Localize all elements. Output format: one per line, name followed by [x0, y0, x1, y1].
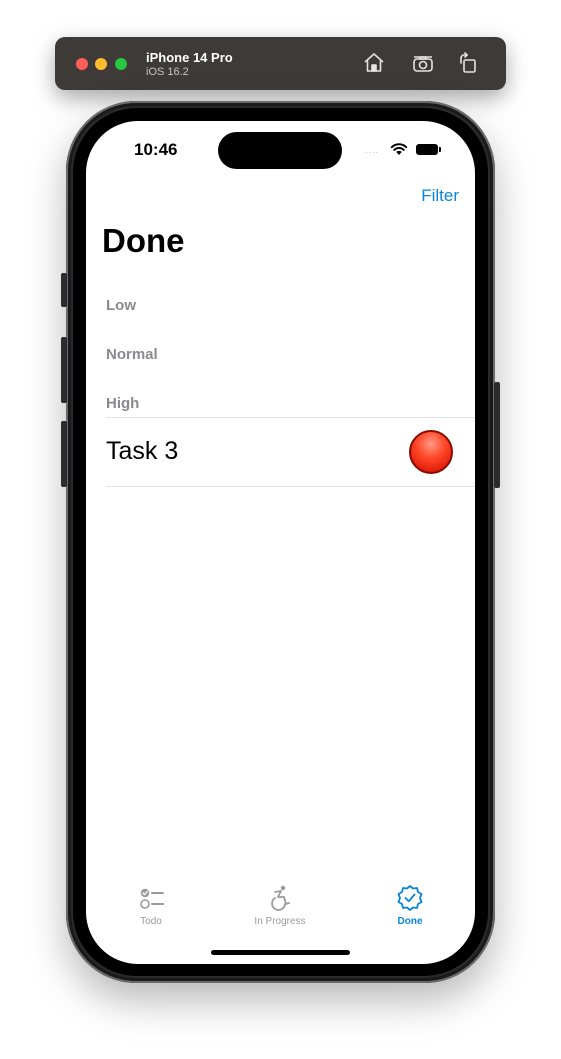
filter-button[interactable]: Filter [421, 186, 459, 206]
tab-label-done: Done [397, 916, 423, 927]
accessibility-icon [271, 885, 290, 911]
checklist-icon [140, 888, 164, 909]
screenshot-button[interactable] [411, 51, 435, 75]
power-button [494, 382, 500, 488]
simulator-stage: iPhone 14 Pro iOS 16.2 10:46 .... Filter… [0, 0, 561, 1059]
tab-in-progress[interactable]: In Progress [230, 884, 330, 927]
status-time: 10:46 [134, 140, 178, 159]
task-title: Task 3 [106, 437, 179, 465]
os-version: iOS 16.2 [146, 66, 189, 78]
wifi-icon [390, 143, 408, 155]
page-title: Done [102, 222, 185, 259]
volume-up-button [61, 337, 67, 403]
section-header-low: Low [106, 297, 136, 314]
battery-icon [416, 144, 441, 155]
dynamic-island [218, 132, 342, 169]
section-header-normal: Normal [106, 346, 158, 363]
row-separator [106, 486, 475, 487]
simulator-toolbar: iPhone 14 Pro iOS 16.2 [55, 37, 506, 90]
priority-indicator [409, 430, 453, 474]
tab-label-todo: Todo [140, 916, 162, 927]
checkmark-seal-icon [397, 885, 423, 911]
rotate-icon [460, 52, 476, 73]
tab-todo[interactable]: Todo [101, 884, 201, 927]
volume-down-button [61, 421, 67, 487]
signal-indicator: .... [365, 145, 380, 155]
home-button[interactable] [362, 51, 386, 75]
rotate-button[interactable] [456, 51, 480, 75]
home-icon [364, 53, 384, 72]
section-header-high: High [106, 395, 140, 412]
minimize-window-button[interactable] [95, 58, 107, 70]
zoom-window-button[interactable] [115, 58, 127, 70]
silent-switch [61, 273, 67, 307]
tab-label-in-progress: In Progress [254, 916, 306, 927]
tab-done[interactable]: Done [360, 884, 460, 927]
close-window-button[interactable] [76, 58, 88, 70]
screenshot-icon [413, 56, 433, 72]
home-indicator[interactable] [211, 950, 350, 955]
list-item[interactable]: Task 3 [86, 418, 475, 486]
device-name: iPhone 14 Pro [146, 50, 233, 65]
phone-screen: 10:46 .... Filter Done Low Normal High T… [86, 121, 475, 964]
